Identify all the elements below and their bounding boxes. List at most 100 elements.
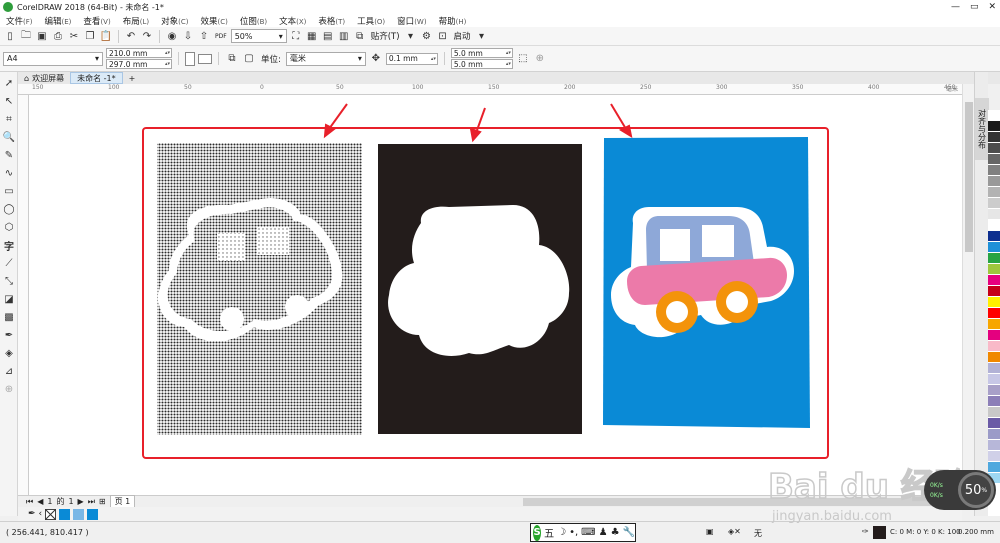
palette-swatch[interactable] (988, 374, 1000, 385)
nudge-distance-input[interactable]: 0.1 mm (385, 52, 438, 65)
palette-swatch[interactable] (988, 231, 1000, 242)
palette-swatch[interactable] (988, 187, 1000, 198)
menu-item-7[interactable]: 文本(X) (273, 15, 312, 27)
parallel-dimension-icon[interactable]: ⟋ (0, 254, 18, 272)
palette-swatch[interactable] (988, 220, 1000, 231)
menu-item-1[interactable]: 编辑(E) (39, 15, 78, 27)
next-page-icon[interactable]: ▶ (78, 497, 84, 506)
vertical-ruler[interactable] (18, 95, 29, 495)
duplicate-y-input[interactable]: 5.0 mm (450, 59, 513, 69)
snap-icon[interactable]: ⧉ (353, 29, 367, 43)
palette-swatch[interactable] (988, 396, 1000, 407)
outline-color-swatch[interactable] (873, 526, 886, 539)
menu-item-3[interactable]: 布局(L) (117, 15, 155, 27)
palette-swatch[interactable] (988, 451, 1000, 462)
eyedropper-icon[interactable]: ✒ (28, 509, 36, 519)
units-select[interactable]: 毫米 ▾ (285, 51, 366, 66)
export-icon[interactable]: ⇧ (197, 29, 211, 43)
search-content-icon[interactable]: ◉ (165, 29, 179, 43)
new-document-icon[interactable]: ▯ (3, 29, 17, 43)
vertical-scrollbar[interactable] (962, 84, 974, 495)
align-distribute-docker-tab[interactable]: 对齐与分布 (975, 98, 989, 160)
menu-item-4[interactable]: 对象(C) (155, 15, 194, 27)
palette-swatch[interactable] (988, 110, 1000, 121)
palette-swatch[interactable] (988, 308, 1000, 319)
tab-welcome-screen[interactable]: ⌂ 欢迎屏幕 (18, 72, 70, 84)
rectangle-tool-icon[interactable]: ▭ (0, 182, 18, 200)
snap-to-menu[interactable]: 贴齐(T) (369, 30, 402, 42)
rulers-icon[interactable]: ▦ (305, 29, 319, 43)
drawing-canvas[interactable] (29, 95, 962, 495)
ellipse-tool-icon[interactable]: ◯ (0, 200, 18, 218)
last-page-icon[interactable]: ⏭ (88, 497, 95, 507)
palette-swatch[interactable] (988, 143, 1000, 154)
menu-item-10[interactable]: 窗口(W) (391, 15, 432, 27)
current-page-icon[interactable]: ▢ (242, 52, 256, 66)
open-folder-icon[interactable]: 🗀 (19, 29, 33, 43)
copy-icon[interactable]: ❐ (83, 29, 97, 43)
paste-icon[interactable]: 📋 (99, 29, 113, 43)
connector-tool-icon[interactable]: ⤡ (0, 272, 18, 290)
portrait-icon[interactable] (185, 51, 195, 66)
palette-swatch[interactable] (988, 275, 1000, 286)
palette-swatch[interactable] (988, 462, 1000, 473)
page-width-input[interactable]: 210.0 mm (106, 48, 172, 58)
bleed-icon[interactable]: ⬚ (516, 52, 530, 66)
full-screen-icon[interactable]: ⛶ (289, 29, 303, 43)
publish-pdf-button[interactable]: PDF (213, 33, 229, 40)
menu-item-9[interactable]: 工具(O) (351, 15, 391, 27)
launch-icon[interactable]: ⊡ (436, 29, 450, 43)
network-speed-widget[interactable]: 0K/s 0K/s 50% (924, 470, 996, 510)
no-color-swatch[interactable] (45, 508, 57, 520)
save-icon[interactable]: ▣ (35, 29, 49, 43)
artistic-media-icon[interactable]: ∿ (0, 164, 18, 182)
text-tool-icon[interactable]: 字 (0, 236, 18, 254)
scroll-thumb[interactable] (965, 102, 973, 252)
import-icon[interactable]: ⇩ (181, 29, 195, 43)
chevron-down-icon[interactable]: ▾ (404, 29, 418, 43)
horizontal-scrollbar[interactable] (523, 498, 953, 506)
tab-document[interactable]: 未命名 -1* (70, 72, 123, 84)
doc-color-light-blue[interactable] (73, 508, 85, 520)
palette-swatch[interactable] (988, 209, 1000, 220)
interactive-fill-icon[interactable]: ◈ (0, 344, 18, 362)
palette-swatch[interactable] (988, 407, 1000, 418)
input-method-bar[interactable]: S 五 ☽ •, ⌨ ♟ ♣ 🔧 (530, 523, 636, 542)
print-icon[interactable]: ⎙ (51, 29, 65, 43)
freehand-tool-icon[interactable]: ✎ (0, 146, 18, 164)
palette-swatch[interactable] (988, 385, 1000, 396)
all-pages-icon[interactable]: ⧉ (225, 52, 239, 66)
undo-icon[interactable]: ↶ (124, 29, 138, 43)
shape-tool-icon[interactable]: ↖ (0, 92, 18, 110)
palette-swatch[interactable] (988, 440, 1000, 451)
document-color-icon[interactable]: ▣ (706, 527, 714, 536)
landscape-icon[interactable] (198, 53, 212, 64)
palette-swatch[interactable] (988, 330, 1000, 341)
zoom-tool-icon[interactable]: 🔍 (0, 128, 18, 146)
palette-swatch[interactable] (988, 165, 1000, 176)
restore-button[interactable]: ▭ (970, 2, 979, 12)
menu-item-6[interactable]: 位图(B) (234, 15, 273, 27)
menu-item-0[interactable]: 文件(F) (0, 15, 39, 27)
menu-item-2[interactable]: 查看(V) (77, 15, 116, 27)
palette-swatch[interactable] (988, 319, 1000, 330)
palette-swatch[interactable] (988, 242, 1000, 253)
add-tool-icon[interactable]: ⊕ (0, 380, 18, 398)
palette-swatch[interactable] (988, 352, 1000, 363)
eyedropper-icon[interactable]: ✒ (0, 326, 18, 344)
smart-fill-icon[interactable]: ⊿ (0, 362, 18, 380)
add-page-icon[interactable]: ⊞ (99, 497, 106, 506)
launch-menu[interactable]: 启动 (452, 30, 473, 42)
horizontal-ruler[interactable]: 150 100 50 0 50 100 150 200 250 300 350 400 450 毫米 (18, 84, 962, 95)
palette-swatch[interactable] (988, 154, 1000, 165)
close-button[interactable]: ✕ (988, 2, 996, 12)
redo-icon[interactable]: ↷ (140, 29, 154, 43)
duplicate-x-input[interactable]: 5.0 mm (450, 48, 513, 58)
polygon-tool-icon[interactable]: ⬡ (0, 218, 18, 236)
first-page-icon[interactable]: ⏮ (26, 497, 33, 507)
transparency-tool-icon[interactable]: ▩ (0, 308, 18, 326)
palette-swatch[interactable] (988, 297, 1000, 308)
menu-item-5[interactable]: 效果(C) (194, 15, 233, 27)
zoom-level-select[interactable]: 50% ▾ (230, 29, 287, 43)
palette-swatch[interactable] (988, 286, 1000, 297)
